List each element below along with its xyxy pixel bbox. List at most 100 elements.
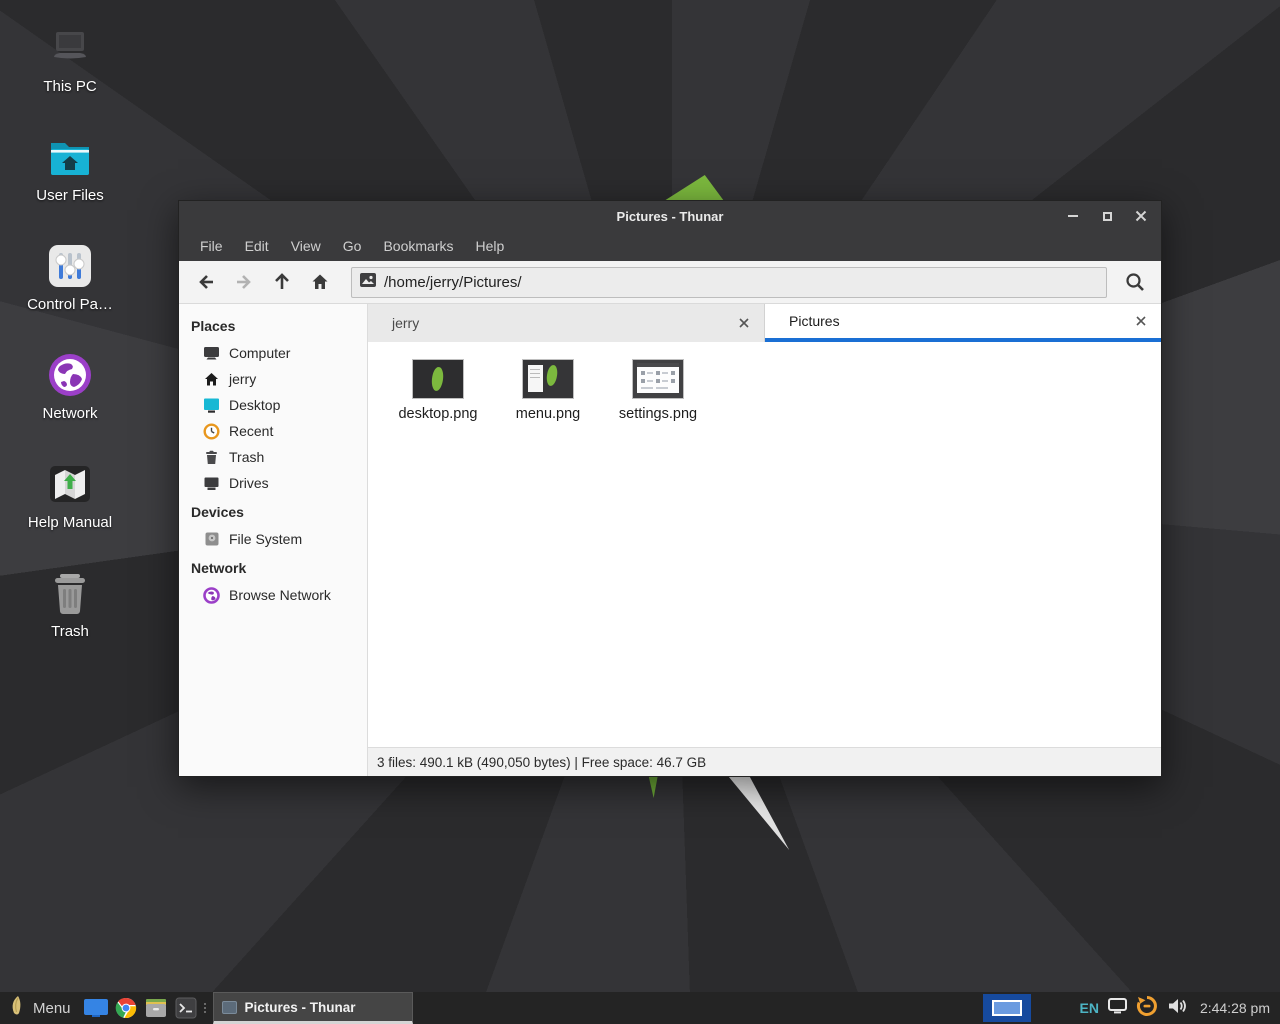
desktop-icon-label: User Files <box>36 187 104 204</box>
image-thumbnail <box>413 360 463 398</box>
start-menu-label: Menu <box>33 1000 71 1017</box>
wallpaper-mint-logo-fragment <box>664 175 724 201</box>
file-name: settings.png <box>619 406 697 422</box>
wallpaper-white-blade <box>722 772 792 850</box>
sidebar-item-file-system[interactable]: File System <box>179 526 367 552</box>
keyboard-layout-indicator[interactable]: EN <box>1079 1000 1098 1016</box>
file-name: menu.png <box>516 406 581 422</box>
desktop-icon-this-pc[interactable]: This PC <box>14 24 126 95</box>
sidebar-header-places: Places <box>179 310 367 340</box>
sidebar-item-computer[interactable]: Computer <box>179 340 367 366</box>
sidebar-item-label: Computer <box>229 345 290 361</box>
up-button[interactable] <box>263 265 301 299</box>
path-bar[interactable]: /home/jerry/Pictures/ <box>351 267 1107 298</box>
sidebar-item-browse-network[interactable]: Browse Network <box>179 582 367 608</box>
computer-icon <box>203 345 220 362</box>
sidebar-header-network: Network <box>179 552 367 582</box>
desktop-icon-label: Network <box>42 405 97 422</box>
maximize-button[interactable] <box>1097 206 1117 226</box>
sidebar-item-trash[interactable]: Trash <box>179 444 367 470</box>
system-tray: EN 2:44:28 pm <box>1079 995 1280 1022</box>
status-bar: 3 files: 490.1 kB (490,050 bytes) | Free… <box>368 747 1161 776</box>
network-globe-icon <box>203 587 220 604</box>
file-settings-png[interactable]: settings.png <box>610 360 706 422</box>
menu-help[interactable]: Help <box>465 234 516 258</box>
laptop-icon <box>46 24 94 72</box>
volume-icon[interactable] <box>1167 997 1187 1020</box>
recent-clock-icon <box>203 423 220 440</box>
main-pane: jerry Pictures desktop.p <box>368 304 1161 776</box>
image-thumbnail <box>523 360 573 398</box>
sidebar-item-label: Desktop <box>229 397 280 413</box>
search-button[interactable] <box>1115 265 1155 299</box>
sidebar-item-desktop[interactable]: Desktop <box>179 392 367 418</box>
menubar: File Edit View Go Bookmarks Help <box>179 231 1161 261</box>
tab-label: jerry <box>392 315 734 331</box>
help-manual-icon <box>46 460 94 508</box>
sidebar-item-label: Browse Network <box>229 587 331 603</box>
sidebar-item-label: Drives <box>229 475 269 491</box>
window-title: Pictures - Thunar <box>179 209 1161 224</box>
mint-logo-icon <box>9 995 25 1021</box>
desktop-icon-trash[interactable]: Trash <box>14 569 126 640</box>
tab-close-icon[interactable] <box>1131 311 1151 331</box>
desktop-icon-label: This PC <box>43 78 96 95</box>
desktop-icon-column: This PC User Files Control Pa… Network H… <box>14 24 126 678</box>
chrome-launcher[interactable] <box>111 992 141 1024</box>
task-button-label: Pictures - Thunar <box>245 1000 356 1015</box>
file-desktop-png[interactable]: desktop.png <box>390 360 486 422</box>
sidebar-item-label: File System <box>229 531 302 547</box>
sidebar-item-drives[interactable]: Drives <box>179 470 367 496</box>
desktop-icon-control-panel[interactable]: Control Pa… <box>14 242 126 313</box>
workspace-switcher[interactable] <box>983 994 1031 1022</box>
taskbar-right: EN 2:44:28 pm <box>983 992 1280 1024</box>
trash-icon <box>46 569 94 617</box>
menu-go[interactable]: Go <box>332 234 373 258</box>
taskbar-left: Menu Pictures - Thunar <box>0 992 413 1024</box>
desktop-icon-label: Trash <box>51 623 89 640</box>
forward-button[interactable] <box>225 265 263 299</box>
desktop-icon-user-files[interactable]: User Files <box>14 133 126 204</box>
file-menu-png[interactable]: menu.png <box>500 360 596 422</box>
home-folder-icon <box>46 133 94 181</box>
tab-jerry[interactable]: jerry <box>368 304 765 342</box>
tab-close-icon[interactable] <box>734 313 754 333</box>
back-button[interactable] <box>187 265 225 299</box>
file-view[interactable]: desktop.png menu.png <box>368 342 1161 747</box>
task-button-thunar[interactable]: Pictures - Thunar <box>213 992 413 1024</box>
sidebar-item-label: Recent <box>229 423 273 439</box>
thunar-window: Pictures - Thunar File Edit View Go Book… <box>178 200 1162 777</box>
desktop-icon-help-manual[interactable]: Help Manual <box>14 460 126 531</box>
update-manager-icon[interactable] <box>1136 995 1158 1022</box>
file-manager-launcher[interactable] <box>81 992 111 1024</box>
terminal-launcher[interactable] <box>171 992 201 1024</box>
desktop-icon-label: Help Manual <box>28 514 112 531</box>
control-panel-icon <box>46 242 94 290</box>
archive-launcher[interactable] <box>141 992 171 1024</box>
taskbar-separator-handle[interactable] <box>201 992 209 1024</box>
start-menu-button[interactable]: Menu <box>0 992 81 1024</box>
menu-view[interactable]: View <box>280 234 332 258</box>
sidebar-item-recent[interactable]: Recent <box>179 418 367 444</box>
menu-file[interactable]: File <box>189 234 234 258</box>
network-globe-icon <box>46 351 94 399</box>
address-text: /home/jerry/Pictures/ <box>384 274 522 291</box>
tab-pictures[interactable]: Pictures <box>765 304 1161 342</box>
sidebar-header-devices: Devices <box>179 496 367 526</box>
sidebar-item-jerry[interactable]: jerry <box>179 366 367 392</box>
file-name: desktop.png <box>398 406 477 422</box>
window-titlebar[interactable]: Pictures - Thunar <box>179 201 1161 231</box>
desktop-icon-network[interactable]: Network <box>14 351 126 422</box>
toolbar: /home/jerry/Pictures/ <box>179 261 1161 304</box>
tab-label: Pictures <box>789 313 1131 329</box>
clock[interactable]: 2:44:28 pm <box>1200 1000 1270 1016</box>
menu-bookmarks[interactable]: Bookmarks <box>372 234 464 258</box>
display-icon[interactable] <box>1108 998 1127 1019</box>
minimize-button[interactable] <box>1063 206 1083 226</box>
home-button[interactable] <box>301 265 339 299</box>
filesystem-icon <box>203 531 220 548</box>
sidebar: Places Computer jerry Desktop Recent Tra… <box>179 304 368 776</box>
home-icon <box>203 371 220 388</box>
menu-edit[interactable]: Edit <box>234 234 280 258</box>
close-button[interactable] <box>1131 206 1151 226</box>
